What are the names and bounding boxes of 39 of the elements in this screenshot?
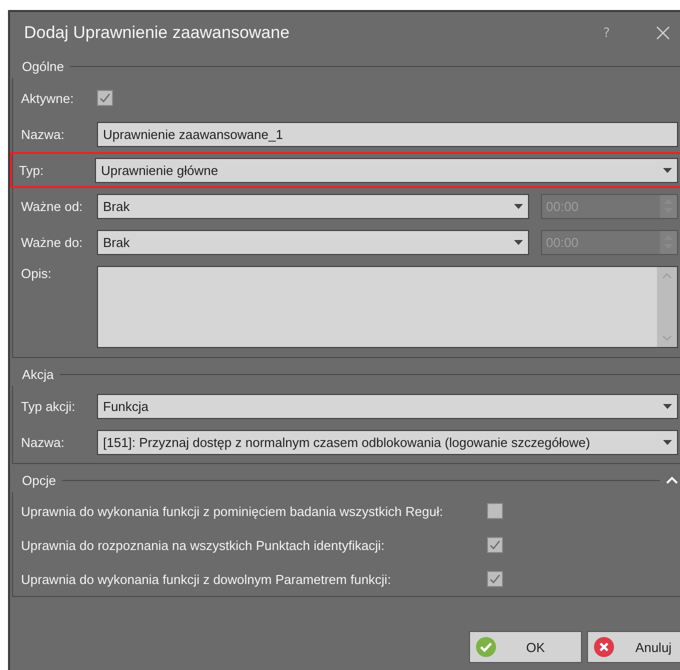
cancel-icon: [594, 637, 614, 657]
dropdown[interactable]: Uprawnienie główne: [95, 158, 678, 182]
caret-icon: [663, 168, 672, 172]
section-title: Akcja: [21, 366, 55, 382]
field-label: Opis:: [21, 266, 52, 281]
scroll-down-icon[interactable]: [662, 335, 672, 341]
caret-icon: [514, 240, 523, 244]
dropdown[interactable]: [151]: Przyznaj dostęp z normalnym czasem odblokowania (logowanie szczegółowe): [97, 430, 678, 454]
field-label: Typ:: [19, 162, 45, 178]
checkbox[interactable]: [487, 571, 503, 587]
close-icon[interactable]: [656, 26, 670, 40]
field-label: Nazwa:: [21, 126, 66, 142]
checkbox[interactable]: [487, 503, 503, 519]
field-label: Uprawnia do rozpoznania na wszystkich Punktach identyfikacji:: [21, 538, 386, 552]
cancel-button[interactable]: Anuluj: [587, 631, 680, 663]
section-title: Opcje: [21, 472, 57, 488]
field-label: Aktywne:: [21, 90, 75, 106]
field-label: Ważne do:: [21, 234, 84, 250]
field-label: Uprawnia do wykonania funkcji z dowolnym Parametrem funkcji:: [21, 572, 392, 586]
ok-button[interactable]: OK: [469, 631, 582, 663]
description-textarea[interactable]: [97, 266, 678, 348]
caret-icon: [514, 204, 523, 208]
check-icon: [476, 637, 496, 657]
checkbox[interactable]: [487, 537, 503, 553]
collapse-icon[interactable]: [666, 476, 678, 484]
checkbox[interactable]: [97, 90, 113, 106]
caret-icon: [663, 404, 672, 408]
field-label: Uprawnia do wykonania funkcji z pominięciem badania wszystkich Reguł:: [21, 504, 444, 518]
field-label: Nazwa:: [21, 434, 66, 450]
window-title: Dodaj Uprawnienie zaawansowane: [24, 23, 291, 43]
date-dropdown[interactable]: Brak: [97, 230, 529, 254]
dropdown[interactable]: Funkcja: [97, 394, 678, 418]
field-label: Ważne od:: [21, 198, 84, 214]
caret-icon: [663, 440, 672, 444]
scroll-up-icon[interactable]: [662, 273, 672, 279]
section-title: Ogólne: [21, 58, 65, 74]
field-label: Typ akcji:: [21, 398, 76, 414]
date-dropdown[interactable]: Brak: [97, 194, 529, 218]
name-input[interactable]: Uprawnienie zaawansowane_1: [97, 122, 678, 146]
